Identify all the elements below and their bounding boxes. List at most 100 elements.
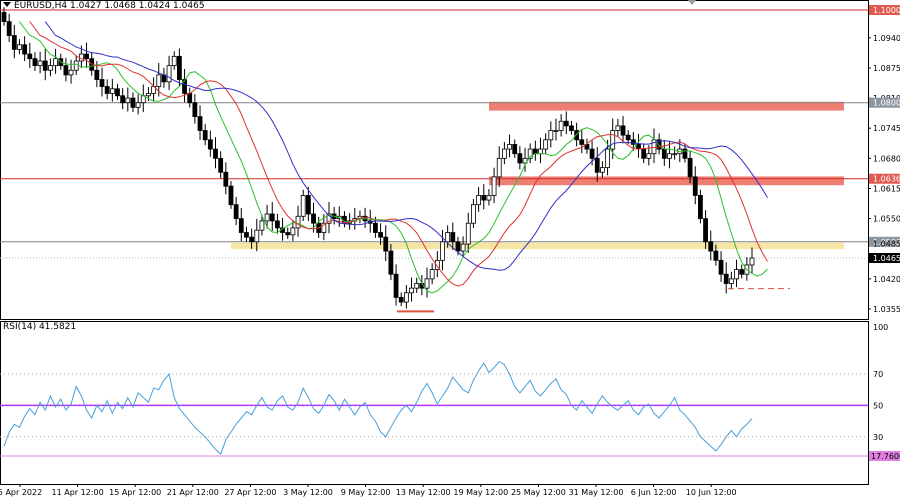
price-tick-label: 1.0745 — [873, 124, 900, 133]
candle-body — [496, 157, 502, 178]
price-pane-header: EURUSD,H4 1.0427 1.0468 1.0424 1.0465 — [3, 1, 205, 11]
candle-body — [207, 139, 213, 150]
candle-body — [104, 86, 110, 94]
candle-body — [600, 167, 605, 173]
candle-body — [501, 148, 507, 159]
time-tick-label: 21 Apr 12:00 — [167, 488, 219, 497]
candle-body — [295, 215, 301, 229]
candle-body — [146, 93, 151, 97]
time-tick-label: 19 May 12:00 — [453, 488, 508, 497]
candle-body — [703, 218, 708, 243]
candle-body — [109, 88, 115, 94]
candle-body — [238, 218, 244, 233]
candle-body — [125, 97, 131, 104]
rsi-pane-header: RSI(14) 41.5821 — [3, 322, 77, 332]
candle-body — [187, 93, 193, 104]
candle-body — [465, 222, 471, 245]
price-tick-label: 1.0875 — [873, 64, 900, 73]
candle-body — [723, 273, 729, 284]
price-tick-label: 1.0550 — [873, 215, 900, 224]
candle-body — [687, 157, 693, 178]
candle-body — [620, 125, 626, 136]
candle-body — [486, 195, 492, 201]
candle-body — [517, 153, 523, 164]
candle-body — [471, 204, 476, 224]
candle-body — [228, 185, 234, 206]
candle-body — [115, 88, 120, 97]
candle-body — [543, 139, 549, 150]
candle-body — [373, 222, 378, 233]
candle-body — [548, 130, 554, 141]
candle-body — [491, 176, 497, 196]
candle-body — [440, 241, 445, 261]
time-tick-label: 13 May 12:00 — [396, 488, 451, 497]
time-tick-label: 3 May 12:00 — [283, 488, 333, 497]
price-tick-label: 1.0420 — [873, 275, 900, 284]
time-tick-label: 10 Jun 12:00 — [686, 488, 737, 497]
candle-body — [192, 102, 198, 118]
candle-body — [481, 195, 487, 201]
candle-body — [285, 232, 291, 236]
candle-body — [378, 232, 383, 238]
candle-body — [553, 130, 559, 132]
price-tick-label: 1.0680 — [873, 154, 900, 163]
candle-body — [594, 157, 600, 173]
price-tick-label: 1.0355 — [873, 305, 900, 314]
candle-body — [476, 195, 481, 206]
time-tick-label: 5 Apr 2022 — [0, 488, 42, 497]
time-tick-label: 25 May 12:00 — [511, 488, 566, 497]
candle-body — [698, 195, 703, 220]
candle-body — [84, 53, 89, 60]
chart-canvas[interactable]: 1.09401.08751.08101.07451.06801.06151.05… — [0, 0, 900, 498]
time-tick-label: 31 May 12:00 — [569, 488, 624, 497]
candle-body — [1, 11, 7, 22]
level-label-1.0465: 1.0465 — [873, 254, 900, 263]
candle-body — [171, 55, 177, 67]
candle-body — [259, 220, 265, 231]
candle-body — [73, 60, 79, 71]
candle-body — [507, 144, 512, 150]
candle-body — [135, 102, 141, 108]
time-tick-label: 9 May 12:00 — [341, 488, 391, 497]
candle-body — [414, 283, 420, 289]
candle-body — [223, 171, 229, 187]
candle-body — [672, 153, 678, 156]
candle-body — [460, 243, 466, 252]
candle-body — [728, 278, 734, 284]
candle-body — [615, 125, 621, 131]
candle-body — [403, 292, 409, 303]
candle-body — [305, 195, 311, 215]
candle-body — [532, 148, 538, 155]
candle-body — [455, 241, 461, 252]
candle-body — [311, 213, 316, 224]
candle-body — [120, 95, 126, 104]
candle-body — [32, 58, 38, 67]
ohlc-values: 1.0427 1.0468 1.0424 1.0465 — [70, 1, 205, 11]
candle-body — [388, 250, 394, 275]
candle-body — [610, 130, 616, 150]
rsi-tick-label: 70 — [873, 370, 883, 379]
candle-body — [641, 148, 647, 159]
dropdown-triangle-icon[interactable] — [3, 2, 11, 7]
candle-body — [538, 148, 543, 155]
price-tick-label: 1.0615 — [873, 184, 900, 193]
candle-body — [646, 153, 652, 159]
candle-body — [569, 125, 574, 131]
level-label-1.0800: 1.0800 — [873, 99, 900, 108]
candle-body — [63, 65, 69, 76]
candle-body — [692, 176, 698, 196]
level-label-1.1000: 1.1000 — [873, 6, 900, 15]
candle-body — [708, 241, 714, 252]
candle-body — [202, 130, 208, 141]
scroll-marker-icon — [688, 0, 696, 5]
candle-body — [739, 269, 745, 275]
zone-resistance-2 — [489, 176, 844, 186]
rsi-tick-label: 50 — [873, 401, 883, 410]
candle-body — [275, 220, 280, 229]
candle-body — [734, 269, 739, 280]
candle-body — [17, 44, 22, 50]
candle-body — [6, 21, 12, 36]
candle-body — [94, 69, 100, 80]
candle-body — [156, 74, 162, 87]
candle-body — [197, 116, 203, 131]
